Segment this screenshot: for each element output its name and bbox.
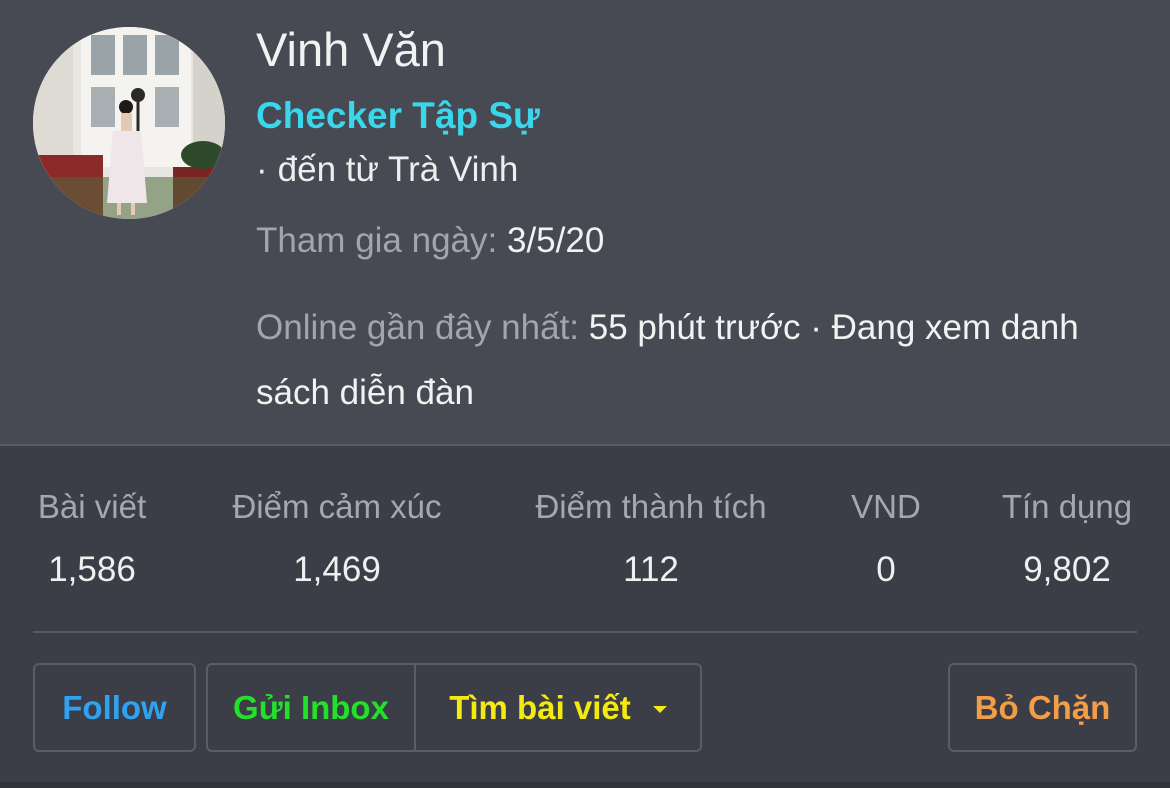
send-inbox-button[interactable]: Gửi Inbox: [208, 665, 416, 750]
message-search-group: Gửi Inbox Tìm bài viết: [206, 663, 702, 752]
caret-down-icon: [652, 706, 667, 713]
stat-label: Điểm thành tích: [535, 488, 767, 525]
stat-vnd: VND 0: [846, 488, 926, 590]
stat-label: Điểm cảm xúc: [232, 488, 442, 525]
stat-label: VND: [851, 488, 921, 525]
divider: [33, 631, 1137, 633]
username: Vinh Văn: [256, 23, 446, 76]
stat-label: Tín dụng: [1001, 488, 1133, 525]
stat-trophy-points[interactable]: Điểm thành tích 112: [524, 488, 778, 590]
bottom-edge: [0, 782, 1170, 788]
joined-label: Tham gia ngày:: [256, 221, 498, 260]
stat-reactions[interactable]: Điểm cảm xúc 1,469: [222, 488, 452, 590]
unblock-button[interactable]: Bỏ Chặn: [948, 663, 1137, 752]
user-location: · đến từ Trà Vinh: [256, 150, 518, 190]
stat-value: 0: [876, 550, 896, 589]
stat-posts[interactable]: Bài viết 1,586: [33, 488, 151, 590]
avatar-image: [33, 27, 225, 219]
last-seen: Online gần đây nhất: 55 phút trước · Đan…: [256, 295, 1136, 425]
member-stats: Bài viết 1,586 Điểm cảm xúc 1,469 Điểm t…: [0, 488, 1170, 598]
find-posts-button[interactable]: Tìm bài viết: [416, 665, 700, 750]
last-seen-label: Online gần đây nhất:: [256, 308, 580, 347]
stat-label: Bài viết: [37, 488, 147, 525]
location-text: đến từ Trà Vinh: [277, 150, 519, 189]
joined-date: Tham gia ngày: 3/5/20: [256, 221, 604, 261]
avatar[interactable]: [33, 27, 225, 219]
stat-value: 1,469: [293, 550, 381, 589]
stat-value: 9,802: [1023, 550, 1111, 589]
profile-header: Vinh Văn Checker Tập Sự · đến từ Trà Vinh…: [0, 0, 1170, 446]
joined-value: 3/5/20: [506, 221, 605, 260]
stat-value: 112: [623, 550, 679, 589]
stat-value: 1,586: [48, 550, 136, 589]
location-separator: ·: [256, 150, 268, 189]
member-profile-card: Vinh Văn Checker Tập Sự · đến từ Trà Vinh…: [0, 0, 1170, 788]
stat-credit: Tín dụng 9,802: [996, 488, 1138, 590]
user-rank: Checker Tập Sự: [256, 95, 540, 136]
follow-button[interactable]: Follow: [33, 663, 196, 752]
find-posts-label: Tìm bài viết: [449, 688, 631, 726]
